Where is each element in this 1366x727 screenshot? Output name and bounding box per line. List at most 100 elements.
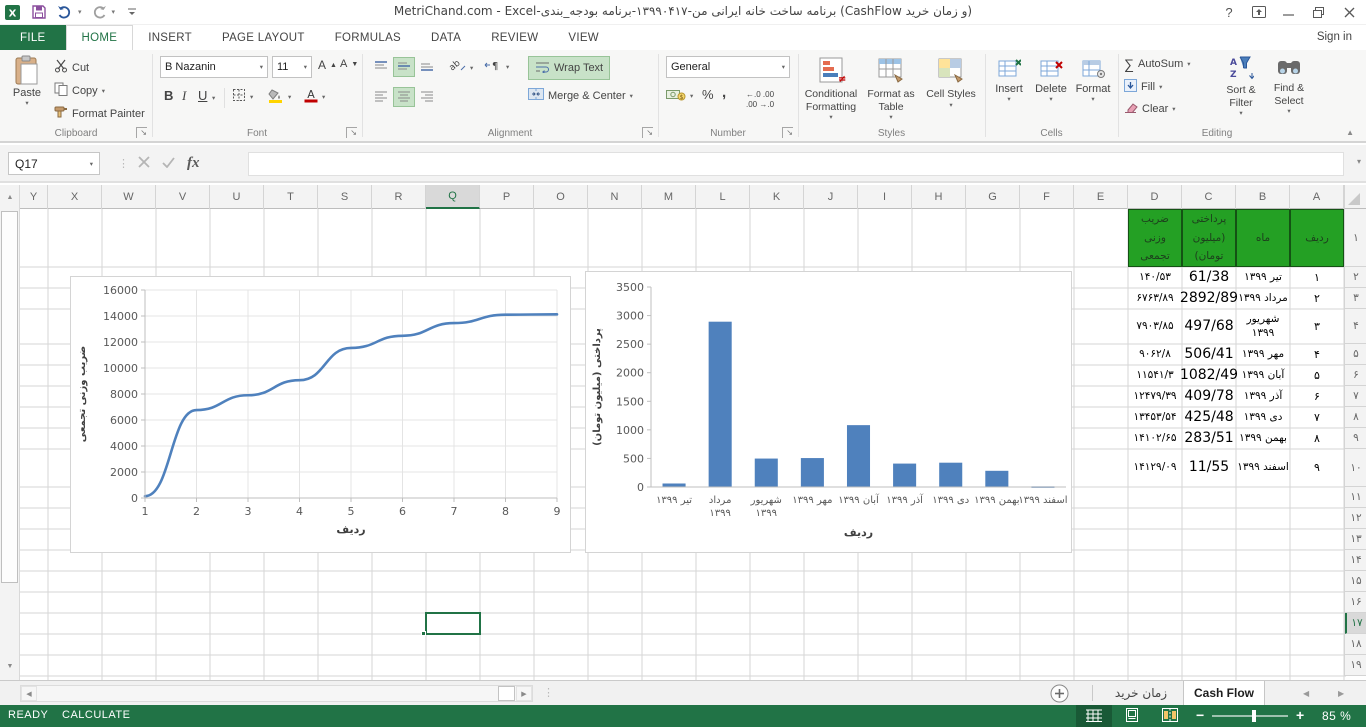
merge-center-button[interactable]: Merge & Center▾ <box>528 88 633 103</box>
column-header-V[interactable]: V <box>156 185 210 209</box>
autosum-button[interactable]: ∑AutoSum▾ <box>1124 56 1191 72</box>
borders-button[interactable]: ▾ <box>232 88 253 105</box>
bold-button[interactable]: B <box>164 88 173 103</box>
cell-month[interactable]: شهریور ۱۳۹۹ <box>1236 309 1290 344</box>
cell-index[interactable]: ۹ <box>1290 449 1344 487</box>
row-header-4[interactable]: ۴ <box>1345 309 1366 344</box>
align-right-button[interactable] <box>416 87 438 107</box>
insert-cells-button[interactable]: Insert▾ <box>989 58 1029 103</box>
row-header-19[interactable]: ۱۹ <box>1345 655 1366 676</box>
column-header-L[interactable]: L <box>696 185 750 209</box>
scroll-up-icon[interactable]: ▲ <box>1 186 19 209</box>
column-header-S[interactable]: S <box>318 185 372 209</box>
column-header-X[interactable]: X <box>48 185 102 209</box>
increase-font-button[interactable]: A▲ <box>318 58 337 72</box>
row-header-9[interactable]: ۹ <box>1345 428 1366 449</box>
table-header-payment[interactable]: پرداختی (میلیون تومان) <box>1182 209 1236 267</box>
ribbon-tab-page-layout[interactable]: PAGE LAYOUT <box>207 25 320 50</box>
cell-styles-button[interactable]: Cell Styles▾ <box>922 55 980 109</box>
row-header-15[interactable]: ۱۵ <box>1345 571 1366 592</box>
conditional-formatting-button[interactable]: ≠ Conditional Formatting▾ <box>802 55 860 121</box>
cell-month[interactable]: آبان ۱۳۹۹ <box>1236 365 1290 386</box>
next-sheet-icon[interactable]: ▶ <box>1338 689 1344 698</box>
cell-payment[interactable]: 2892/89 <box>1182 288 1236 309</box>
scroll-down-icon[interactable]: ▼ <box>1 655 19 678</box>
name-box[interactable]: Q17▾ <box>8 152 100 175</box>
select-all-corner[interactable] <box>1344 185 1366 209</box>
new-sheet-button[interactable] <box>1050 684 1069 706</box>
font-color-button[interactable]: A▾ <box>304 88 325 106</box>
row-header-3[interactable]: ۳ <box>1345 288 1366 309</box>
ribbon-tab-view[interactable]: VIEW <box>553 25 614 50</box>
cell-month[interactable]: تیر ۱۳۹۹ <box>1236 267 1290 288</box>
column-header-G[interactable]: G <box>966 185 1020 209</box>
number-format-combo[interactable]: General▾ <box>666 56 790 78</box>
cut-button[interactable]: Cut <box>54 59 89 76</box>
cell-month[interactable]: آذر ۱۳۹۹ <box>1236 386 1290 407</box>
horizontal-scrollbar[interactable]: ◀ ▶ <box>20 685 533 702</box>
row-header-6[interactable]: ۶ <box>1345 365 1366 386</box>
paste-button[interactable]: Paste ▾ <box>6 55 48 107</box>
cumulative-line-chart[interactable]: 0200040006000800010000120001400016000123… <box>70 276 571 553</box>
formula-bar-expand-icon[interactable]: ▾ <box>1357 157 1361 166</box>
close-button[interactable] <box>1334 0 1364 24</box>
cell-cumulative[interactable]: ۱۱۵۴۱/۳ <box>1128 365 1182 386</box>
customize-qat-button[interactable] <box>123 2 141 22</box>
cell-month[interactable]: اسفند ۱۳۹۹ <box>1236 449 1290 487</box>
column-header-H[interactable]: H <box>912 185 966 209</box>
scroll-left-icon[interactable]: ◀ <box>21 686 37 701</box>
cell-payment[interactable]: 61/38 <box>1182 267 1236 288</box>
column-header-D[interactable]: D <box>1128 185 1182 209</box>
column-header-T[interactable]: T <box>264 185 318 209</box>
percent-style-button[interactable]: % <box>702 87 714 102</box>
increase-decimal-button[interactable]: ←.0 .00 <box>746 90 774 99</box>
minimize-button[interactable] <box>1274 0 1304 24</box>
column-header-W[interactable]: W <box>102 185 156 209</box>
cell-cumulative[interactable]: ۹۰۶۲/۸ <box>1128 344 1182 365</box>
save-button[interactable] <box>30 2 48 22</box>
text-direction-button[interactable]: ¶▾ <box>484 59 509 74</box>
clipboard-dialog-launcher[interactable]: ↘ <box>136 127 147 138</box>
page-break-view-button[interactable] <box>1152 705 1188 727</box>
zoom-slider-thumb[interactable] <box>1252 710 1256 722</box>
cell-payment[interactable]: 11/55 <box>1182 449 1236 487</box>
row-header-8[interactable]: ۸ <box>1345 407 1366 428</box>
decrease-font-button[interactable]: A▼ <box>340 58 358 70</box>
redo-dropdown-icon[interactable]: ▾ <box>112 8 116 16</box>
cell-cumulative[interactable]: ۱۲۴۷۹/۳۹ <box>1128 386 1182 407</box>
vertical-scroll-thumb[interactable] <box>1 211 18 583</box>
cell-index[interactable]: ۱ <box>1290 267 1344 288</box>
table-header-index[interactable]: ردیف <box>1290 209 1344 267</box>
row-header-16[interactable]: ۱۶ <box>1345 592 1366 613</box>
cell-cumulative[interactable]: ۱۴۱۰۲/۶۵ <box>1128 428 1182 449</box>
ribbon-tab-file[interactable]: FILE <box>0 25 66 50</box>
namebox-splitter[interactable]: ⋮ <box>118 157 130 170</box>
row-header-11[interactable]: ۱۱ <box>1345 487 1366 508</box>
scroll-right-icon[interactable]: ▶ <box>516 686 532 701</box>
cell-month[interactable]: دی ۱۳۹۹ <box>1236 407 1290 428</box>
fill-color-button[interactable]: ▾ <box>268 88 291 106</box>
delete-cells-button[interactable]: Delete▾ <box>1031 58 1071 103</box>
font-size-combo[interactable]: 11▾ <box>272 56 312 78</box>
align-center-button[interactable] <box>393 87 415 107</box>
selected-cell[interactable] <box>425 612 481 635</box>
ribbon-tab-review[interactable]: REVIEW <box>476 25 553 50</box>
accounting-format-button[interactable]: $▾ <box>666 88 693 104</box>
zoom-level[interactable]: 85 % <box>1322 709 1351 723</box>
collapse-ribbon-icon[interactable]: ▲ <box>1346 128 1354 137</box>
cell-payment[interactable]: 497/68 <box>1182 309 1236 344</box>
enter-formula-icon[interactable] <box>162 156 175 171</box>
cell-index[interactable]: ۴ <box>1290 344 1344 365</box>
align-middle-button[interactable] <box>393 57 415 77</box>
cell-payment[interactable]: 506/41 <box>1182 344 1236 365</box>
tabbar-splitter[interactable]: ⋮ <box>543 686 555 699</box>
sheet-tab-cash-flow[interactable]: Cash Flow <box>1183 681 1265 705</box>
comma-style-button[interactable]: , <box>722 84 726 101</box>
zoom-out-button[interactable]: − <box>1196 707 1204 723</box>
cell-cumulative[interactable]: ۱۳۴۵۳/۵۴ <box>1128 407 1182 428</box>
column-header-Y[interactable]: Y <box>20 185 48 209</box>
ribbon-tab-formulas[interactable]: FORMULAS <box>320 25 416 50</box>
cell-payment[interactable]: 409/78 <box>1182 386 1236 407</box>
column-header-M[interactable]: M <box>642 185 696 209</box>
column-header-P[interactable]: P <box>480 185 534 209</box>
